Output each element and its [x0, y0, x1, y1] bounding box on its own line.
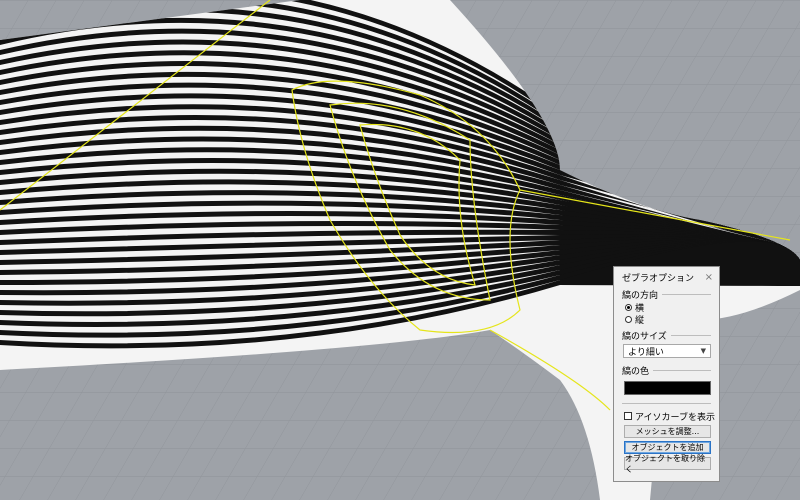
- stripe-size-select[interactable]: より細い ▼: [623, 344, 711, 358]
- radio-unselected-icon: [625, 315, 632, 323]
- stripe-size-value: より細い: [628, 347, 664, 358]
- stripe-size-section: 縞のサイズ: [614, 328, 719, 342]
- direction-vertical-label: 縦: [635, 315, 645, 326]
- close-icon[interactable]: ×: [705, 272, 713, 283]
- section-divider: [653, 369, 711, 371]
- panel-titlebar[interactable]: ゼブラオプション ×: [614, 267, 719, 287]
- stripe-direction-section: 縞の方向: [614, 287, 719, 301]
- section-divider: [670, 334, 711, 336]
- show-isocurves-checkbox[interactable]: アイソカーブを表示: [614, 410, 719, 423]
- zebra-options-panel: ゼブラオプション × 縞の方向 横 縦 縞のサイズ より細い ▼ 縞の色 アイソ…: [613, 266, 720, 482]
- panel-divider: [622, 403, 711, 404]
- adjust-mesh-button[interactable]: メッシュを調整...: [624, 425, 711, 438]
- stripe-direction-label: 縞の方向: [622, 290, 659, 301]
- chevron-down-icon: ▼: [700, 347, 706, 355]
- show-isocurves-label: アイソカーブを表示: [635, 412, 716, 423]
- stripe-color-label: 縞の色: [622, 366, 650, 377]
- checkbox-icon: [624, 412, 632, 420]
- direction-horizontal-radio[interactable]: 横: [614, 301, 719, 314]
- remove-objects-button[interactable]: オブジェクトを取り除く: [624, 454, 711, 474]
- direction-vertical-radio[interactable]: 縦: [614, 313, 719, 326]
- stripe-size-label: 縞のサイズ: [622, 331, 667, 342]
- stripe-color-swatch[interactable]: [624, 381, 711, 395]
- section-divider: [662, 293, 711, 295]
- radio-selected-icon: [625, 303, 632, 311]
- stripe-color-section: 縞の色: [614, 363, 719, 377]
- panel-title: ゼブラオプション: [622, 273, 695, 284]
